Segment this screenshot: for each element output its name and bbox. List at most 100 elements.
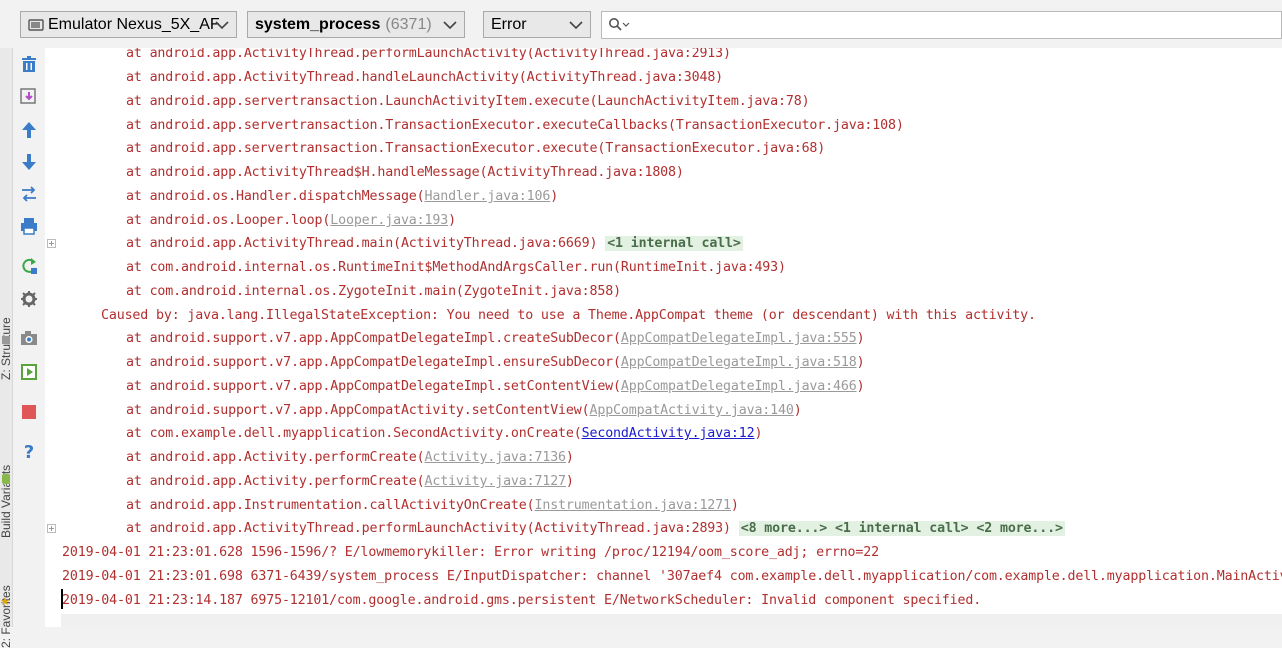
text-cursor (61, 589, 63, 609)
process-pid: (6371) (385, 15, 432, 33)
chevron-down-icon (215, 21, 229, 30)
source-link[interactable]: AppCompatDelegateImpl.java:555 (621, 331, 857, 346)
stack-frame-close: ) (856, 331, 865, 346)
print-icon[interactable] (19, 216, 39, 236)
stack-frame-line: at android.os.Looper.loop(Looper.java:19… (45, 209, 456, 233)
stack-frame-close: ) (675, 165, 684, 180)
log-text: Caused by: java.lang.IllegalStateExcepti… (101, 308, 1036, 323)
folded-frames-note[interactable]: <8 more...> <1 internal call> <2 more...… (738, 521, 1065, 536)
stack-frame-method: at android.support.v7.app.AppCompatDeleg… (126, 331, 621, 346)
stack-frame-line: at android.app.ActivityThread$H.handleMe… (45, 161, 684, 185)
folded-frames-note[interactable]: <1 internal call> (605, 236, 743, 251)
stack-frame-method: at android.support.v7.app.AppCompatActiv… (126, 403, 590, 418)
source-location: RuntimeInit.java:493 (620, 260, 779, 275)
source-link[interactable]: Looper.java:193 (330, 213, 448, 228)
stack-frame-line: at com.example.dell.myapplication.Second… (45, 422, 762, 446)
log-entry: 2019-04-01 21:23:01.698 6371-6439/system… (45, 565, 1282, 589)
stack-frame-method: at android.app.ActivityThread.handleLaun… (126, 70, 527, 85)
stack-frame-method: at android.app.ActivityThread$H.handleMe… (126, 165, 488, 180)
log-cause-line: Caused by: java.lang.IllegalStateExcepti… (45, 304, 1036, 328)
source-location: ActivityThread.java:2913 (534, 48, 724, 61)
stop-icon[interactable] (19, 402, 39, 422)
star-icon: ★ (0, 595, 10, 608)
source-link[interactable]: SecondActivity.java:12 (582, 426, 755, 441)
stack-frame-line: at android.app.servertransaction.LaunchA… (45, 90, 810, 114)
stack-frame-line: at android.app.ActivityThread.performLau… (45, 517, 1065, 541)
stack-frame-line: at android.support.v7.app.AppCompatActiv… (45, 399, 802, 423)
horizontal-scrollbar[interactable] (61, 614, 1282, 627)
stack-frame-line: at android.support.v7.app.AppCompatDeleg… (45, 327, 865, 351)
source-location: TransactionExecutor.java:68 (605, 141, 818, 156)
stack-frame-method: at android.support.v7.app.AppCompatDeleg… (126, 379, 621, 394)
source-link[interactable]: Handler.java:106 (425, 189, 551, 204)
source-link[interactable]: Activity.java:7127 (425, 474, 567, 489)
phone-icon (28, 18, 44, 31)
log-text: 2019-04-01 21:23:01.698 6371-6439/system… (62, 569, 1282, 584)
stack-frame-line: at android.app.ActivityThread.handleLaun… (45, 66, 723, 90)
log-entry: 2019-04-01 21:23:14.187 6975-12101/com.g… (45, 589, 981, 613)
stack-frame-close: ) (565, 450, 574, 465)
help-icon[interactable]: ? (19, 441, 39, 461)
device-label: Emulator Nexus_5X_AF (48, 15, 220, 33)
log-entry: 2019-04-01 21:23:01.628 1596-1596/? E/lo… (45, 541, 879, 565)
stack-frame-line: at android.support.v7.app.AppCompatDeleg… (45, 351, 865, 375)
source-link[interactable]: Activity.java:7136 (425, 450, 567, 465)
logcat-output[interactable]: at android.app.ActivityThread.performLau… (45, 48, 1282, 627)
source-link[interactable]: AppCompatActivity.java:140 (589, 403, 793, 418)
chevron-down-icon (443, 21, 457, 30)
gear-icon[interactable] (19, 289, 39, 309)
stack-frame-close: ) (550, 189, 559, 204)
refresh-icon[interactable] (19, 256, 39, 276)
source-location: ActivityThread.java:2893 (534, 521, 724, 536)
stack-frame-line: at android.app.servertransaction.Transac… (45, 114, 904, 138)
stack-frame-close: ) (730, 498, 739, 513)
source-location: LaunchActivityItem.java:78 (597, 94, 802, 109)
stack-frame-close: ) (793, 403, 802, 418)
source-location: ZygoteInit.java:858 (463, 284, 614, 299)
process-selector[interactable]: system_process (6371) (247, 11, 465, 38)
stack-frame-method: at com.android.internal.os.ZygoteInit.ma… (126, 284, 464, 299)
stack-frame-method: at android.support.v7.app.AppCompatDeleg… (126, 355, 621, 370)
source-location: TransactionExecutor.java:108 (675, 118, 896, 133)
arrow-up-icon[interactable] (19, 120, 39, 140)
stack-frame-close: ) (856, 355, 865, 370)
arrow-down-icon[interactable] (19, 152, 39, 172)
trash-icon[interactable] (19, 54, 39, 74)
stack-frame-line: at com.android.internal.os.RuntimeInit$M… (45, 256, 786, 280)
source-link[interactable]: AppCompatDelegateImpl.java:466 (621, 379, 857, 394)
search-input[interactable] (634, 15, 1268, 37)
log-level-selector[interactable]: Error (483, 11, 591, 38)
structure-tab[interactable]: Z: Structure (0, 317, 13, 380)
stack-frame-close: ) (895, 118, 904, 133)
stack-frame-method: at android.app.ActivityThread.performLau… (126, 48, 535, 61)
stack-frame-close: ) (565, 474, 574, 489)
source-link[interactable]: AppCompatDelegateImpl.java:518 (621, 355, 857, 370)
stack-frame-method: at android.os.Looper.loop( (126, 213, 331, 228)
stack-frame-method: at android.os.Handler.dispatchMessage( (126, 189, 425, 204)
stack-frame-close: ) (715, 70, 724, 85)
stack-frame-line: at com.android.internal.os.ZygoteInit.ma… (45, 280, 621, 304)
log-level-label: Error (491, 15, 527, 33)
soft-wrap-icon[interactable] (19, 86, 39, 106)
search-icon[interactable] (608, 17, 630, 33)
search-box[interactable] (601, 11, 1282, 39)
restart-icon[interactable] (19, 184, 39, 204)
stack-frame-line: at android.app.ActivityThread.performLau… (45, 48, 731, 66)
stack-frame-method: at android.app.ActivityThread.performLau… (126, 521, 535, 536)
process-name: system_process (255, 15, 381, 33)
video-icon[interactable] (19, 362, 39, 382)
device-selector[interactable]: Emulator Nexus_5X_AF (20, 11, 237, 38)
stack-frame-line: at android.support.v7.app.AppCompatDeleg… (45, 375, 865, 399)
stack-frame-method: at android.app.Activity.performCreate( (126, 474, 425, 489)
stack-frame-method: at com.android.internal.os.RuntimeInit$M… (126, 260, 621, 275)
stack-frame-close: ) (613, 284, 621, 299)
source-link[interactable]: Instrumentation.java:1271 (534, 498, 731, 513)
camera-icon[interactable] (19, 328, 39, 348)
stack-frame-method: at com.example.dell.myapplication.Second… (126, 426, 582, 441)
stack-frame-close: ) (723, 48, 731, 61)
stack-frame-line: at android.app.ActivityThread.main(Activ… (45, 232, 743, 256)
tool-window-stripe: Z: Structure Build Variants 2: Favorites… (0, 48, 13, 648)
stack-frame-close: ) (754, 426, 763, 441)
stack-frame-method: at android.app.Instrumentation.callActiv… (126, 498, 535, 513)
stack-frame-line: at android.app.Instrumentation.callActiv… (45, 494, 739, 518)
